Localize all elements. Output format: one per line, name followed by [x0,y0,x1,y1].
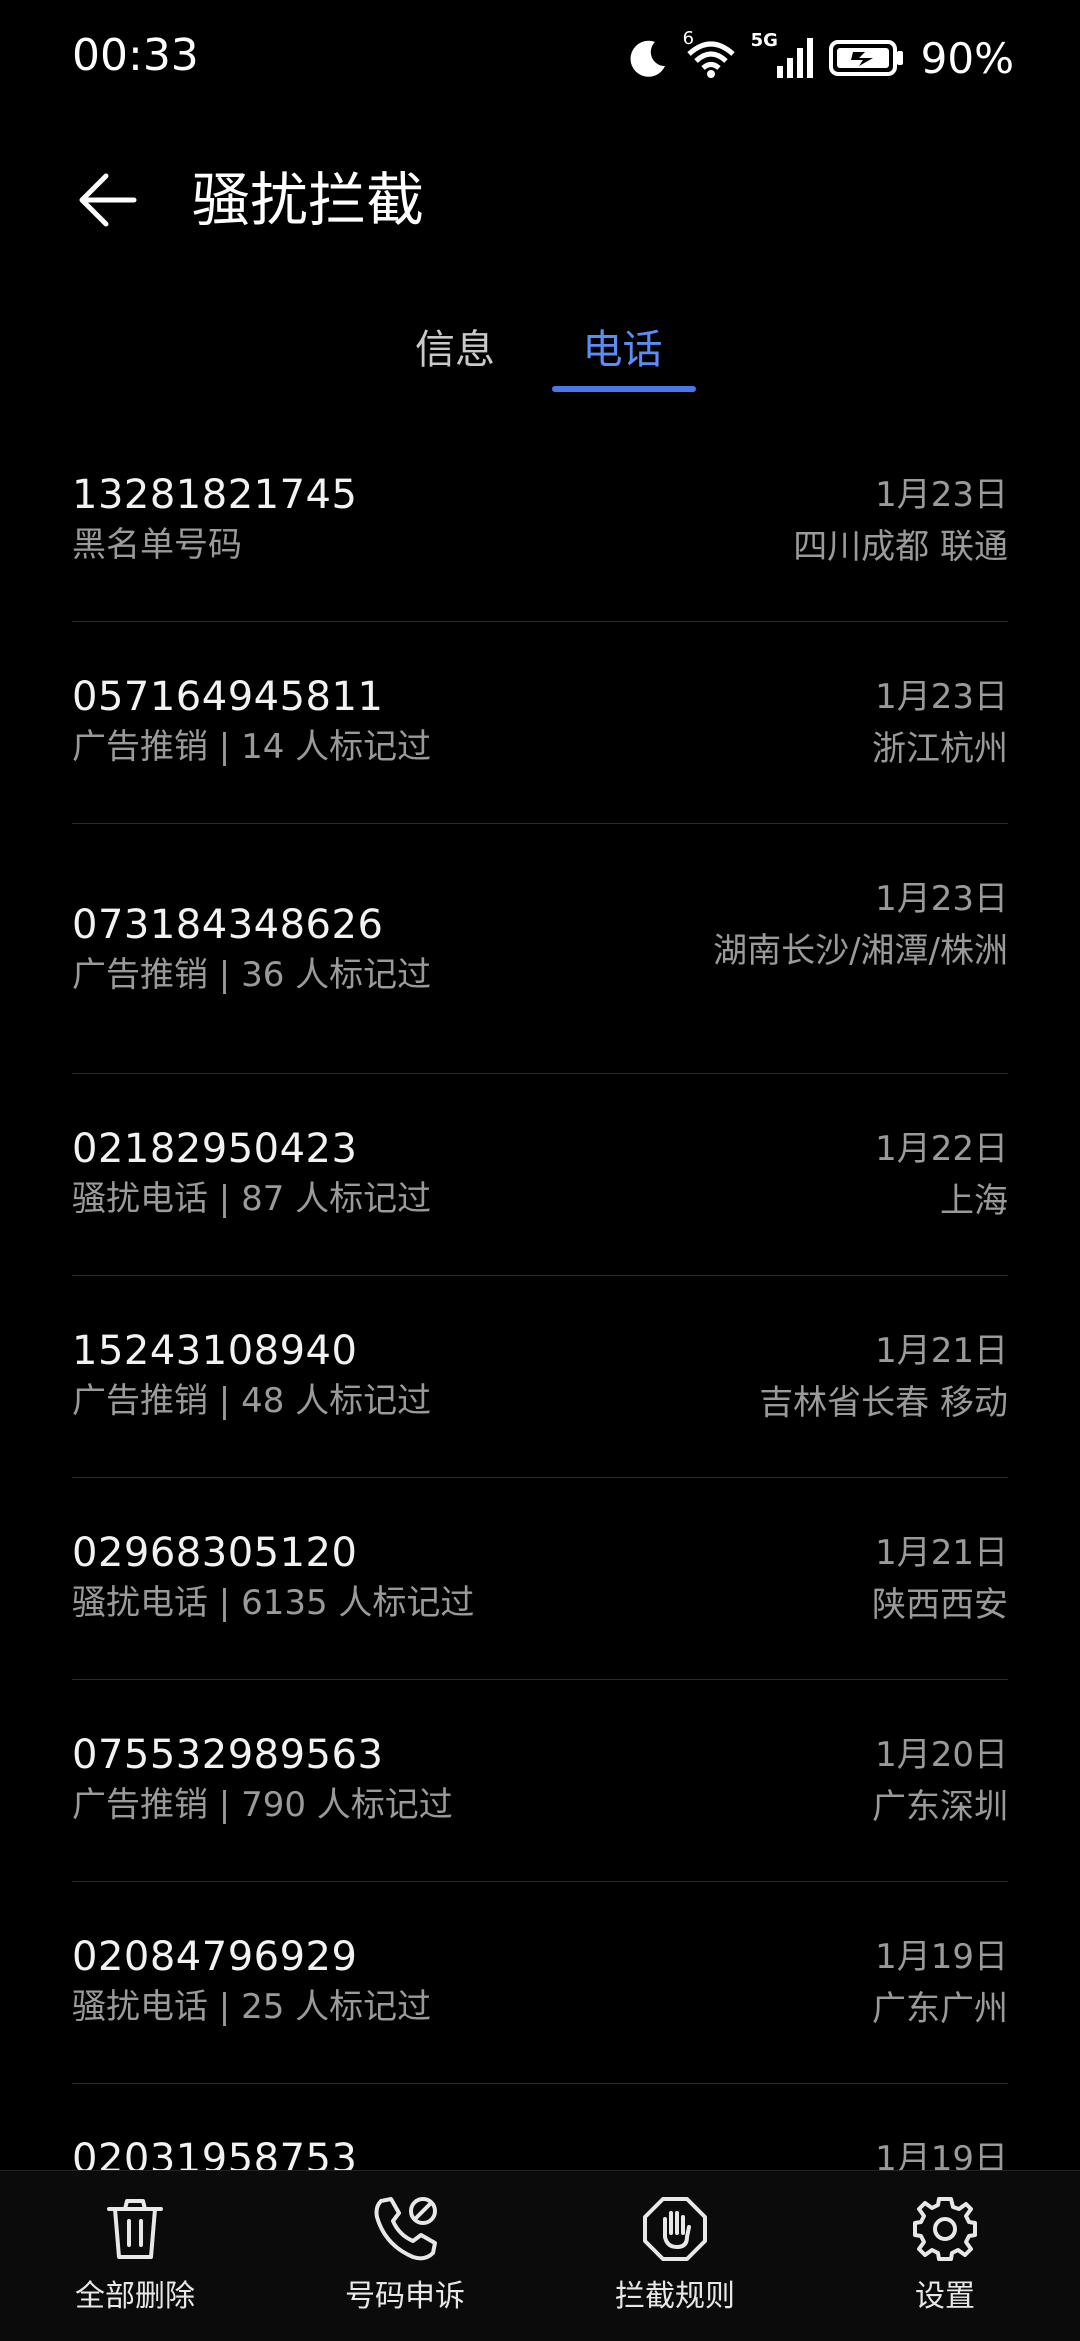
call-description: 骚扰电话 | 6135 人标记过 [72,1583,475,1623]
call-number: 075532989563 [72,1732,384,1778]
call-location: 湖南长沙/湘潭/株洲 [713,931,1008,971]
call-row[interactable]: 02031958753 1月19日 [72,2084,1008,2170]
call-location: 陕西西安 [872,1585,1008,1625]
call-date: 1月23日 [875,879,1008,919]
call-row[interactable]: 15243108940 广告推销 | 48 人标记过 1月21日 吉林省长春 移… [72,1276,1008,1478]
status-icons: 6 5G 90% [627,28,1014,88]
cellular-signal-icon: 5G [751,30,817,80]
call-date: 1月21日 [875,1331,1008,1371]
call-row[interactable]: 02968305120 骚扰电话 | 6135 人标记过 1月21日 陕西西安 [72,1478,1008,1680]
delete-all-label: 全部删除 [75,2279,195,2314]
tab-bar: 信息 电话 [0,310,1080,410]
block-rules-button[interactable]: 拦截规则 [575,2189,775,2329]
trash-icon [107,2199,163,2259]
battery-percent: 90% [920,33,1014,83]
wifi-label: 6 [682,28,695,49]
delete-all-button[interactable]: 全部删除 [35,2189,235,2329]
status-time: 00:33 [72,30,199,81]
call-description: 广告推销 | 36 人标记过 [72,955,432,995]
call-row[interactable]: 02182950423 骚扰电话 | 87 人标记过 1月22日 上海 [72,1074,1008,1276]
call-row[interactable]: 02084796929 骚扰电话 | 25 人标记过 1月19日 广东广州 [72,1882,1008,2084]
call-row[interactable]: 075532989563 广告推销 | 790 人标记过 1月20日 广东深圳 [72,1680,1008,1882]
call-location: 上海 [940,1181,1008,1221]
number-appeal-label: 号码申诉 [345,2279,465,2314]
call-description: 广告推销 | 48 人标记过 [72,1381,432,1421]
phone-appeal-icon [374,2197,437,2261]
hand-block-icon [643,2197,707,2261]
settings-button[interactable]: 设置 [845,2189,1045,2329]
gear-icon [913,2197,977,2261]
call-location: 广东广州 [872,1989,1008,2029]
call-date: 1月19日 [875,2139,1008,2170]
call-number: 15243108940 [72,1328,358,1374]
tab-active-indicator [552,386,696,392]
signal-label: 5G [750,30,778,51]
call-description: 广告推销 | 14 人标记过 [72,727,432,767]
call-date: 1月21日 [875,1533,1008,1573]
call-description: 骚扰电话 | 87 人标记过 [72,1179,432,1219]
block-rules-label: 拦截规则 [615,2279,735,2314]
call-number: 073184348626 [72,902,384,948]
call-number: 13281821745 [72,472,358,518]
blocked-calls-list[interactable]: 13281821745 黑名单号码 1月23日 四川成都 联通 05716494… [72,420,1008,2170]
moon-icon [627,36,671,80]
call-row[interactable]: 13281821745 黑名单号码 1月23日 四川成都 联通 [72,420,1008,622]
call-location: 四川成都 联通 [793,527,1008,567]
call-date: 1月22日 [875,1129,1008,1169]
back-button[interactable] [66,158,150,242]
battery-charging-icon [828,38,905,78]
call-number: 02084796929 [72,1934,358,1980]
call-row[interactable]: 057164945811 广告推销 | 14 人标记过 1月23日 浙江杭州 [72,622,1008,824]
back-arrow-icon [79,173,137,227]
call-date: 1月23日 [875,475,1008,515]
tab-messages[interactable]: 信息 [400,322,510,378]
call-date: 1月23日 [875,677,1008,717]
call-number: 057164945811 [72,674,384,720]
call-location: 吉林省长春 移动 [759,1383,1008,1423]
header: 骚扰拦截 [0,140,1080,260]
tab-calls[interactable]: 电话 [550,322,695,378]
call-description: 骚扰电话 | 25 人标记过 [72,1987,432,2027]
call-location: 浙江杭州 [872,729,1008,769]
call-location: 广东深圳 [872,1787,1008,1827]
call-description: 黑名单号码 [72,525,242,565]
call-number: 02182950423 [72,1126,358,1172]
wifi-icon: 6 [683,28,739,80]
call-date: 1月19日 [875,1937,1008,1977]
call-row[interactable]: 073184348626 广告推销 | 36 人标记过 1月23日 湖南长沙/湘… [72,824,1008,1074]
call-description: 广告推销 | 790 人标记过 [72,1785,453,1825]
call-number: 02968305120 [72,1530,358,1576]
number-appeal-button[interactable]: 号码申诉 [305,2189,505,2329]
call-number: 02031958753 [72,2136,358,2170]
page-title: 骚扰拦截 [192,166,425,234]
status-bar: 00:33 6 5G 90% [0,0,1080,120]
bottom-action-bar: 全部删除 号码申诉 拦截规则 设置 [0,2170,1080,2341]
settings-label: 设置 [915,2279,975,2314]
call-date: 1月20日 [875,1735,1008,1775]
